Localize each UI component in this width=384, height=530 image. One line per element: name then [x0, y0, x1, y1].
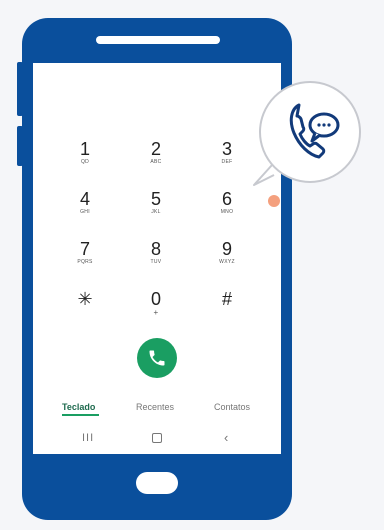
- notification-dot: [268, 195, 280, 207]
- key-digit: #: [221, 289, 232, 309]
- key-digit: 9: [221, 239, 232, 259]
- phone-speaker: [96, 36, 220, 44]
- key-3[interactable]: 3 DEF: [202, 139, 252, 166]
- key-letters: PQRS: [77, 259, 93, 265]
- key-digit: 8: [150, 239, 161, 259]
- key-digit: 0: [150, 289, 161, 309]
- key-digit: 2: [150, 139, 161, 159]
- key-digit: 7: [79, 239, 90, 259]
- key-1[interactable]: 1 QD: [60, 139, 110, 166]
- key-hash[interactable]: #: [202, 289, 252, 309]
- key-digit: 3: [221, 139, 232, 159]
- call-button[interactable]: [137, 338, 177, 378]
- key-digit: 6: [221, 189, 232, 209]
- key-letters: MNO: [220, 209, 234, 215]
- key-letters: +: [153, 308, 159, 317]
- key-letters: DEF: [221, 159, 233, 165]
- key-star[interactable]: ✳: [60, 289, 110, 309]
- key-letters: JKL: [151, 209, 161, 215]
- key-6[interactable]: 6 MNO: [202, 189, 252, 216]
- key-letters: TUV: [150, 259, 162, 265]
- key-letters: WXYZ: [219, 259, 235, 265]
- key-0[interactable]: 0 +: [131, 289, 181, 317]
- key-letters: QD: [80, 159, 90, 165]
- tab-teclado[interactable]: Teclado: [62, 402, 95, 412]
- key-5[interactable]: 5 JKL: [131, 189, 181, 216]
- key-letters: ABC: [150, 159, 162, 165]
- key-8[interactable]: 8 TUV: [131, 239, 181, 266]
- home-icon[interactable]: [152, 433, 162, 443]
- tab-contatos[interactable]: Contatos: [214, 402, 250, 412]
- back-icon[interactable]: ‹: [224, 430, 228, 445]
- key-2[interactable]: 2 ABC: [131, 139, 181, 166]
- phone-chat-icon: [289, 103, 340, 159]
- recent-apps-icon[interactable]: III: [82, 432, 94, 444]
- tab-recentes[interactable]: Recentes: [136, 402, 174, 412]
- key-9[interactable]: 9 WXYZ: [202, 239, 252, 266]
- key-digit: 4: [79, 189, 90, 209]
- phone-home-button: [136, 472, 178, 494]
- key-digit: ✳: [77, 289, 93, 309]
- phone-chat-bubble: [259, 81, 361, 183]
- active-tab-indicator: [62, 414, 99, 416]
- phone-icon: [149, 350, 165, 366]
- key-digit: 5: [150, 189, 161, 209]
- key-4[interactable]: 4 GHI: [60, 189, 110, 216]
- key-digit: 1: [79, 139, 90, 159]
- key-letters: GHI: [80, 209, 90, 215]
- key-7[interactable]: 7 PQRS: [60, 239, 110, 266]
